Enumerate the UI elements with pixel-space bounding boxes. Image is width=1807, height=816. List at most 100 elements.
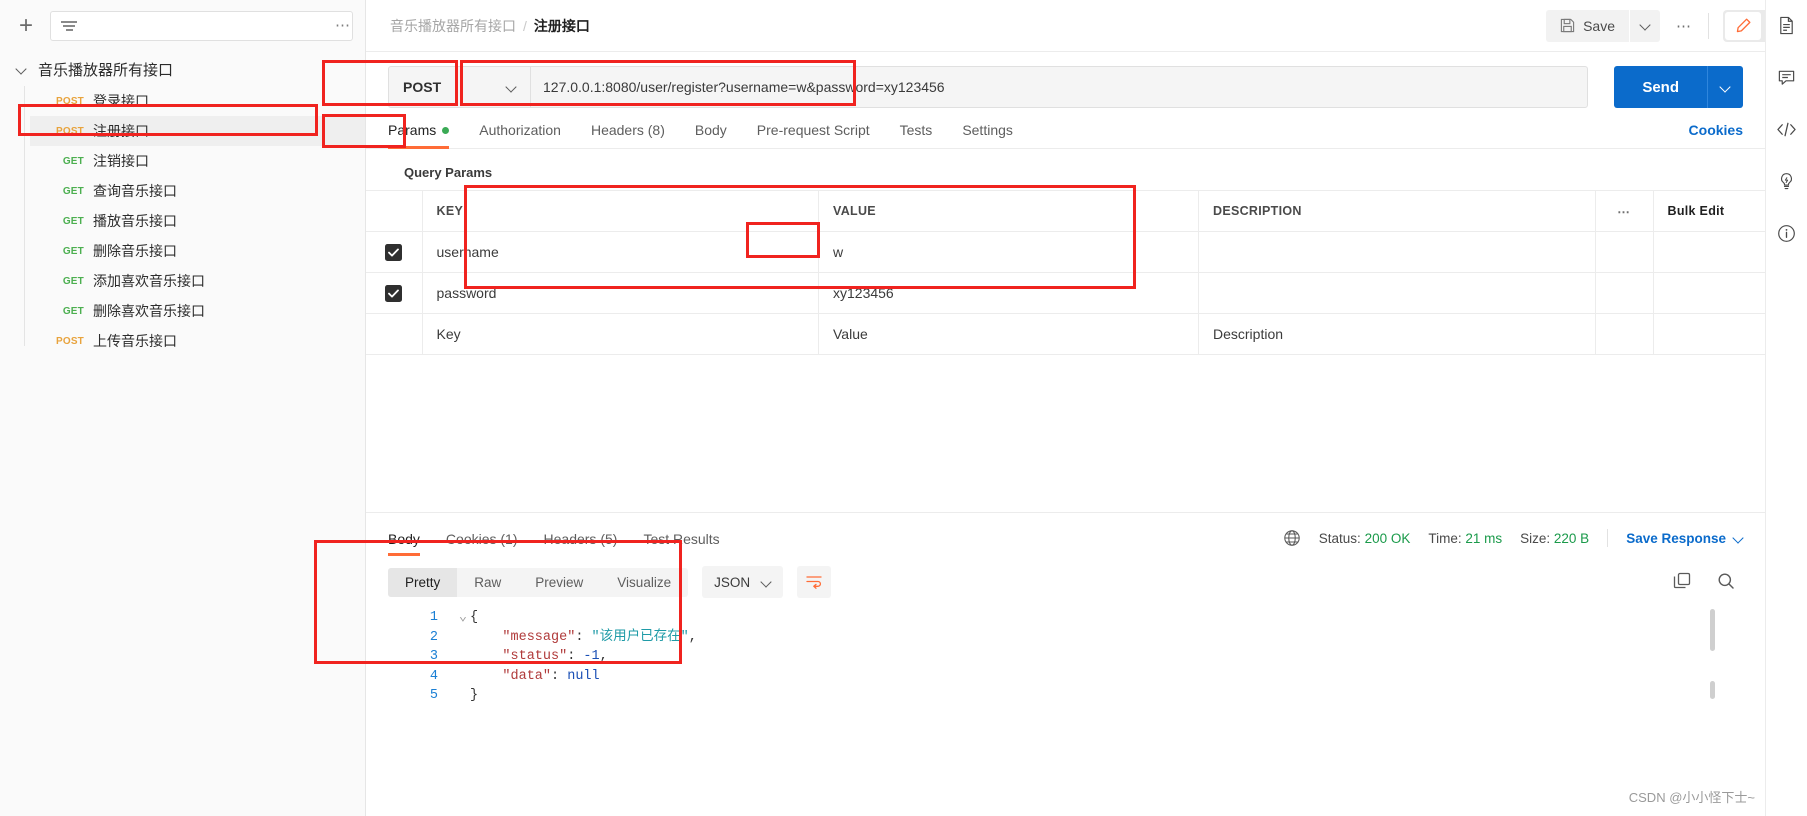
row-checkbox-cell xyxy=(366,231,423,273)
table-more-button[interactable]: ⋯ xyxy=(1594,190,1654,232)
chevron-down-icon xyxy=(1721,83,1730,92)
bulk-edit-button[interactable]: Bulk Edit xyxy=(1652,190,1765,232)
edit-mode-button[interactable] xyxy=(1725,11,1761,40)
documentation-button[interactable] xyxy=(1774,12,1800,38)
wrap-lines-button[interactable] xyxy=(797,566,832,598)
new-param-value-input[interactable]: Value xyxy=(818,313,1199,355)
new-param-key-input[interactable]: Key xyxy=(421,313,819,355)
collection-header[interactable]: 音乐播放器所有接口 xyxy=(0,52,365,86)
breadcrumb-collection[interactable]: 音乐播放器所有接口 xyxy=(390,16,516,36)
fold-toggle-icon[interactable]: ⌄ xyxy=(456,608,470,628)
status-value: 200 OK xyxy=(1364,530,1411,546)
view-mode-pretty[interactable]: Pretty xyxy=(388,567,458,597)
request-item-7[interactable]: GET 删除喜欢音乐接口 xyxy=(30,296,365,326)
request-name: 注册接口 xyxy=(93,123,149,139)
size-label: Size: 220 B xyxy=(1520,531,1589,546)
tab-body[interactable]: Body xyxy=(695,122,727,148)
status-label: Status: 200 OK xyxy=(1319,531,1411,546)
response-format-select[interactable]: JSON xyxy=(702,566,784,598)
cookies-link[interactable]: Cookies xyxy=(1689,122,1743,148)
sidebar-filter-box[interactable] xyxy=(50,11,353,41)
chevron-down-icon xyxy=(16,63,28,75)
time-text: Time: xyxy=(1428,530,1462,546)
request-item-0[interactable]: POST 登录接口 xyxy=(30,86,365,116)
time-value: 21 ms xyxy=(1465,530,1503,546)
copy-button[interactable] xyxy=(1673,572,1691,593)
breadcrumb-current: 注册接口 xyxy=(533,17,590,34)
response-body-code[interactable]: 1 ⌄ { 2 "message": "该用户已存在", 3 "status":… xyxy=(366,608,1765,706)
send-button-group: Send xyxy=(1614,66,1743,108)
param-description[interactable] xyxy=(1198,231,1596,273)
param-value[interactable]: xy123456 xyxy=(818,272,1199,314)
size-value: 220 B xyxy=(1553,530,1590,546)
globe-icon xyxy=(1284,530,1300,546)
checkbox-checked-icon[interactable] xyxy=(385,243,403,261)
param-value[interactable]: w xyxy=(818,231,1199,273)
response-scrollbar-thumb-2[interactable] xyxy=(1710,681,1715,699)
line-number: 2 xyxy=(429,629,438,645)
request-item-6[interactable]: GET 添加喜欢音乐接口 xyxy=(30,266,365,296)
save-dropdown-button[interactable] xyxy=(1630,9,1660,42)
sidebar-toolbar: + xyxy=(0,0,365,52)
line-content: } xyxy=(470,688,479,704)
chevron-down-icon xyxy=(762,578,771,587)
response-scrollbar-thumb[interactable] xyxy=(1710,609,1715,651)
checkbox-checked-icon[interactable] xyxy=(385,284,403,302)
request-item-3[interactable]: GET 查询音乐接口 xyxy=(30,176,365,206)
request-item-1[interactable]: POST 注册接口 xyxy=(30,116,365,146)
response-tab-cookies[interactable]: Cookies (1) xyxy=(446,531,518,556)
main-panel: 音乐播放器所有接口 / 注册接口 Save ⋯ POST 127.0.0.1:8… xyxy=(366,0,1807,816)
response-tab-headers[interactable]: Headers (5) xyxy=(544,531,618,556)
request-item-8[interactable]: POST 上传音乐接口 xyxy=(30,326,365,356)
code-line: 3 "status": -1, xyxy=(404,647,1765,667)
document-icon xyxy=(1780,16,1793,34)
request-list: POST 登录接口 POST 注册接口 GET 注销接口 GET 查询音乐接口 … xyxy=(0,86,365,356)
view-mode-raw[interactable]: Raw xyxy=(457,568,518,597)
comments-button[interactable] xyxy=(1774,64,1800,90)
save-response-label: Save Response xyxy=(1626,530,1726,546)
tab-pre-request-script[interactable]: Pre-request Script xyxy=(757,122,870,148)
tab-authorization[interactable]: Authorization xyxy=(479,122,561,148)
chevron-down-icon xyxy=(507,83,516,92)
view-mode-preview[interactable]: Preview xyxy=(518,568,600,597)
info-button[interactable] xyxy=(1774,220,1800,246)
add-new-button[interactable]: + xyxy=(12,12,40,40)
sidebar-more-button[interactable]: ⋯ xyxy=(335,16,351,34)
request-method: GET xyxy=(62,275,84,287)
param-key[interactable]: username xyxy=(421,231,819,273)
view-mode-visualize[interactable]: Visualize xyxy=(600,568,688,597)
row-spacer-2 xyxy=(1652,272,1765,314)
tab-settings[interactable]: Settings xyxy=(962,122,1013,148)
tab-headers[interactable]: Headers (8) xyxy=(591,122,665,148)
request-method: GET xyxy=(62,155,84,167)
response-tab-test-results[interactable]: Test Results xyxy=(643,531,719,556)
url-row: POST 127.0.0.1:8080/user/register?userna… xyxy=(366,52,1765,108)
send-dropdown-button[interactable] xyxy=(1707,66,1743,108)
lightbulb-button[interactable] xyxy=(1774,168,1800,194)
save-response-button[interactable]: Save Response xyxy=(1626,531,1743,546)
method-select[interactable]: POST xyxy=(388,66,530,108)
right-rail xyxy=(1765,0,1807,816)
request-item-4[interactable]: GET 播放音乐接口 xyxy=(30,206,365,236)
search-button[interactable] xyxy=(1717,572,1735,593)
request-name: 查询音乐接口 xyxy=(93,183,177,199)
request-more-button[interactable]: ⋯ xyxy=(1676,17,1692,35)
request-item-2[interactable]: GET 注销接口 xyxy=(30,146,365,176)
save-icon xyxy=(1560,18,1575,33)
save-button[interactable]: Save xyxy=(1546,9,1629,42)
param-key[interactable]: password xyxy=(421,272,819,314)
tab-params[interactable]: Params xyxy=(388,122,450,149)
request-item-5[interactable]: GET 删除音乐接口 xyxy=(30,236,365,266)
url-input[interactable]: 127.0.0.1:8080/user/register?username=w&… xyxy=(530,66,1589,108)
code-snippet-button[interactable] xyxy=(1774,116,1800,142)
sidebar: + ⋯ 音乐播放器所有接口 POST 登录接口 POST 注册接口 GET 注销… xyxy=(0,0,366,816)
save-label: Save xyxy=(1583,17,1615,34)
request-name: 上传音乐接口 xyxy=(93,333,177,349)
new-param-description-input[interactable]: Description xyxy=(1198,313,1596,355)
tab-tests[interactable]: Tests xyxy=(900,122,933,148)
collection-name: 音乐播放器所有接口 xyxy=(38,61,174,79)
send-button[interactable]: Send xyxy=(1614,66,1707,108)
response-tab-body[interactable]: Body xyxy=(388,531,420,556)
param-description[interactable] xyxy=(1198,272,1596,314)
